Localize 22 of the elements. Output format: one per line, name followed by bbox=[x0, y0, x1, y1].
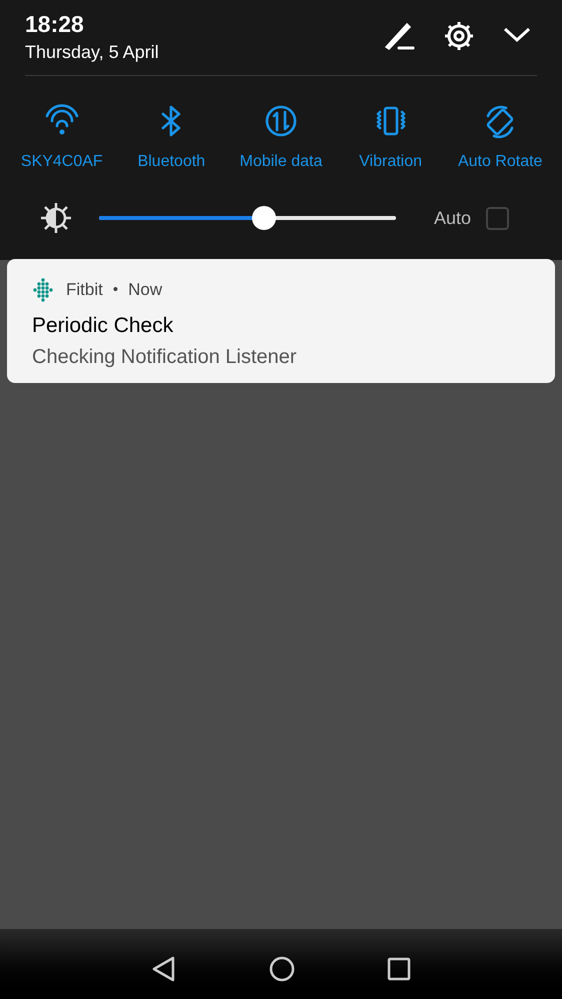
auto-label: Auto bbox=[434, 206, 472, 230]
clock-time: 18:28 bbox=[25, 10, 85, 38]
notification-title: Periodic Check bbox=[32, 312, 174, 338]
app-name: Fitbit bbox=[66, 279, 103, 301]
back-icon[interactable] bbox=[151, 956, 177, 982]
tile-label[interactable]: Bluetooth bbox=[138, 150, 206, 174]
tile-label[interactable]: Auto Rotate bbox=[458, 150, 542, 174]
tile-label[interactable]: Vibration bbox=[359, 150, 422, 174]
home-icon[interactable] bbox=[269, 956, 295, 982]
separator-dot: • bbox=[112, 280, 118, 300]
brightness-icon bbox=[40, 202, 72, 234]
notification-text: Checking Notification Listener bbox=[32, 344, 298, 370]
settings-icon[interactable] bbox=[443, 20, 475, 52]
pencil-icon[interactable] bbox=[383, 20, 415, 50]
recents-icon[interactable] bbox=[387, 957, 411, 981]
auto-checkbox[interactable] bbox=[486, 206, 510, 230]
tile-label[interactable]: SKY4C0AF bbox=[20, 150, 103, 174]
tile-label[interactable]: Mobile data bbox=[240, 150, 322, 174]
notification-time: Now bbox=[128, 279, 162, 301]
date-text: Thursday, 5 April bbox=[25, 41, 160, 64]
brightness-slider[interactable] bbox=[99, 206, 396, 230]
notification-card[interactable]: Fitbit • Now Periodic Check Checking Notification Listener bbox=[7, 259, 555, 383]
